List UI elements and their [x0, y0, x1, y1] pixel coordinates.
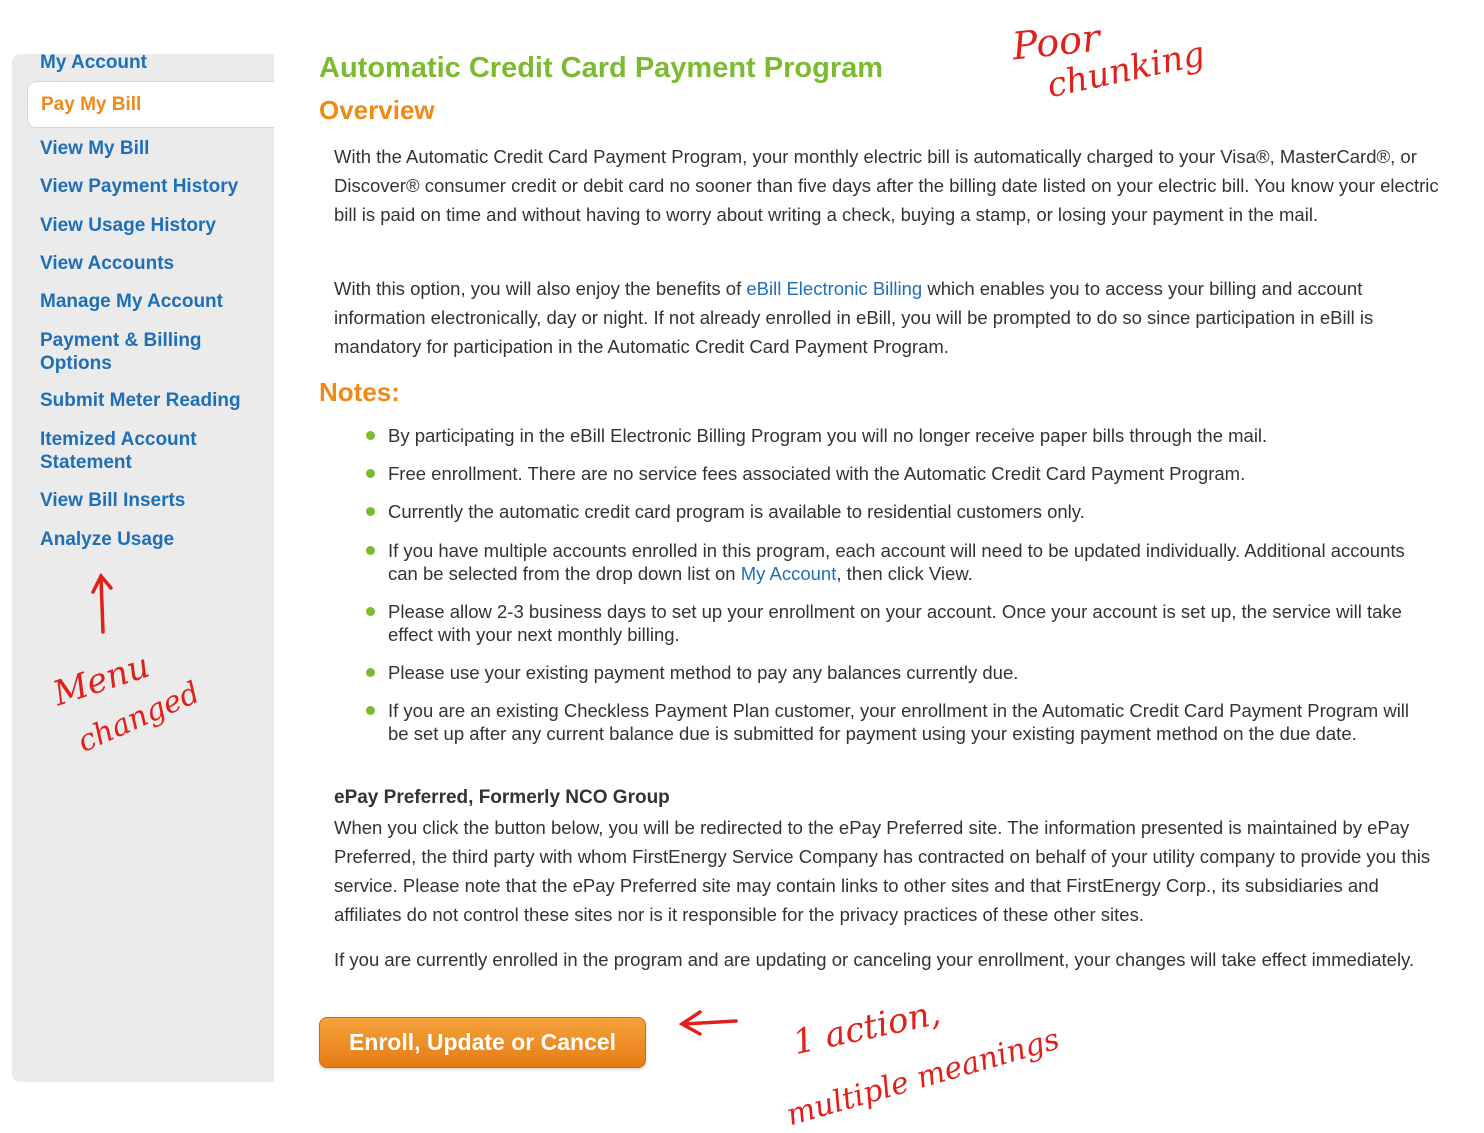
- ebill-electronic-billing-link[interactable]: eBill Electronic Billing: [746, 278, 922, 299]
- list-item: Free enrollment. There are no service fe…: [364, 462, 1444, 485]
- annotation-one-action: 1 action,: [789, 992, 944, 1064]
- my-account-link[interactable]: My Account: [741, 563, 837, 584]
- green-bullet-icon: [366, 507, 375, 516]
- enrolled-paragraph: If you are currently enrolled in the pro…: [334, 949, 1415, 970]
- note-text: By participating in the eBill Electronic…: [388, 425, 1268, 446]
- note-text-after: , then click View.: [836, 563, 973, 584]
- sidebar-item-my-account[interactable]: My Account: [40, 51, 147, 74]
- account-sidebar-nav: My Account Pay My Bill View My Bill View…: [12, 51, 274, 1082]
- sidebar-item-analyze-usage[interactable]: Analyze Usage: [40, 528, 174, 551]
- green-bullet-icon: [366, 431, 375, 440]
- enroll-update-cancel-button[interactable]: Enroll, Update or Cancel: [319, 1017, 646, 1068]
- sidebar-item-submit-meter-reading[interactable]: Submit Meter Reading: [40, 389, 241, 412]
- green-bullet-icon: [366, 668, 375, 677]
- sidebar-item-label: Pay My Bill: [41, 94, 142, 115]
- green-bullet-icon: [366, 607, 375, 616]
- list-item: Currently the automatic credit card prog…: [364, 500, 1444, 523]
- sidebar-item-view-accounts[interactable]: View Accounts: [40, 252, 174, 275]
- page-title: Automatic Credit Card Payment Program: [319, 52, 884, 84]
- sidebar-item-pay-my-bill[interactable]: Pay My Bill: [28, 82, 274, 127]
- ebill-paragraph: With this option, you will also enjoy th…: [334, 274, 1446, 361]
- sidebar-item-view-bill-inserts[interactable]: View Bill Inserts: [40, 489, 185, 512]
- sidebar-item-itemized-account-statement[interactable]: Itemized Account Statement: [40, 428, 240, 474]
- ebill-text-before: With this option, you will also enjoy th…: [334, 278, 747, 299]
- left-arrow-icon: [678, 1010, 738, 1036]
- sidebar-item-view-usage-history[interactable]: View Usage History: [40, 214, 216, 237]
- list-item: Please allow 2-3 business days to set up…: [364, 600, 1444, 646]
- sidebar-item-view-payment-history[interactable]: View Payment History: [40, 175, 238, 198]
- note-text: Please allow 2-3 business days to set up…: [388, 601, 1402, 645]
- list-item: By participating in the eBill Electronic…: [364, 424, 1444, 447]
- green-bullet-icon: [366, 706, 375, 715]
- list-item: If you have multiple accounts enrolled i…: [364, 539, 1424, 585]
- list-item: Please use your existing payment method …: [364, 661, 1444, 684]
- note-text: Free enrollment. There are no service fe…: [388, 463, 1246, 484]
- sidebar-item-view-my-bill[interactable]: View My Bill: [40, 137, 149, 160]
- notes-heading: Notes:: [319, 377, 400, 407]
- sidebar-item-payment-billing-options[interactable]: Payment & Billing Options: [40, 329, 260, 375]
- note-text: If you have multiple accounts enrolled i…: [388, 539, 1424, 585]
- green-bullet-icon: [366, 546, 375, 555]
- note-text: If you are an existing Checkless Payment…: [388, 700, 1410, 744]
- green-bullet-icon: [366, 469, 375, 478]
- note-text: Currently the automatic credit card prog…: [388, 501, 1085, 522]
- epay-paragraph: When you click the button below, you wil…: [334, 817, 1431, 925]
- epay-heading: ePay Preferred, Formerly NCO Group: [334, 787, 670, 808]
- sidebar-item-manage-my-account[interactable]: Manage My Account: [40, 290, 223, 313]
- overview-heading: Overview: [319, 95, 435, 125]
- intro-paragraph: With the Automatic Credit Card Payment P…: [334, 146, 1439, 225]
- list-item: If you are an existing Checkless Payment…: [364, 699, 1434, 745]
- note-text: Please use your existing payment method …: [388, 662, 1019, 683]
